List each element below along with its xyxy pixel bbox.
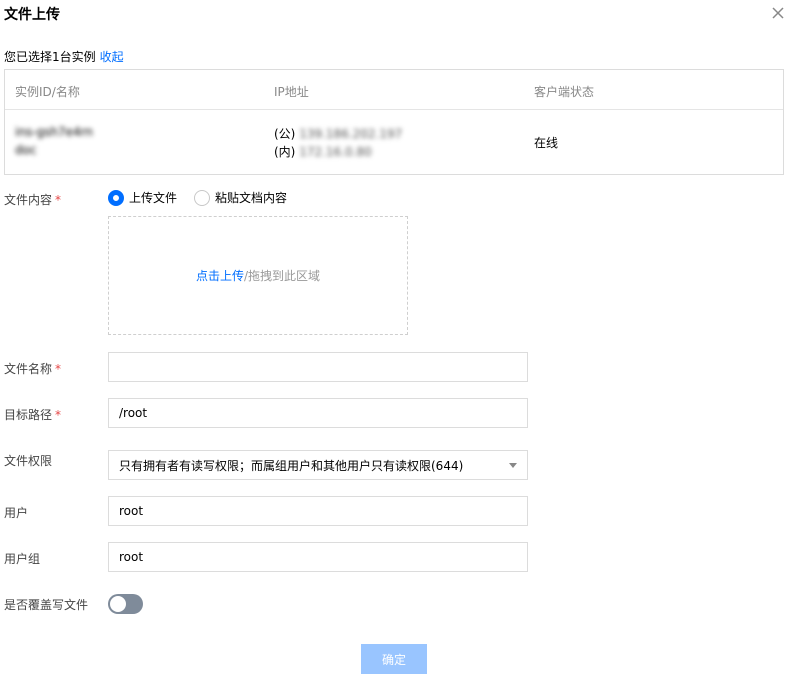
content-label-text: 文件内容 [4, 193, 53, 207]
target-path-label: 目标路径 * [4, 406, 61, 423]
group-input[interactable] [108, 542, 528, 572]
status-badge: 在线 [534, 136, 559, 150]
public-ip-cell: (公) 139.186.202.197 [274, 125, 402, 142]
radio-checked-icon [108, 189, 124, 206]
content-label: 文件内容 * [4, 191, 61, 208]
collapse-link[interactable]: 收起 [100, 50, 124, 64]
overwrite-label: 是否覆盖写文件 [4, 598, 89, 612]
group-label: 用户组 [4, 552, 41, 566]
table-header: 实例ID/名称 IP地址 客户端状态 [5, 70, 783, 110]
filename-input[interactable] [108, 352, 528, 382]
target-path-input[interactable] [108, 398, 528, 428]
instance-table: 实例ID/名称 IP地址 客户端状态 ins-gsh7e4rn doc (公) … [4, 69, 784, 175]
user-label: 用户 [4, 506, 29, 520]
public-ip-prefix: (公) [274, 127, 296, 141]
permission-select[interactable]: 只有拥有者有读写权限；而属组用户和其他用户只有读权限(644) [108, 450, 528, 480]
user-input[interactable] [108, 496, 528, 526]
radio-unchecked-icon [194, 189, 210, 206]
filename-label-text: 文件名称 [4, 362, 53, 376]
column-header-status: 客户端状态 [534, 85, 595, 99]
target-path-label-text: 目标路径 [4, 408, 53, 422]
private-ip-cell: (内) 172.16.0.80 [274, 143, 372, 160]
table-row: ins-gsh7e4rn doc (公) 139.186.202.197 (内)… [5, 110, 783, 174]
selection-text: 您已选择1台实例 [4, 50, 96, 64]
toggle-knob [110, 596, 126, 612]
private-ip: 172.16.0.80 [299, 145, 372, 159]
dialog-title: 文件上传 [4, 7, 60, 23]
upload-hint: /拖拽到此区域 [243, 269, 321, 283]
upload-dropzone[interactable]: 点击上传/拖拽到此区域 [108, 216, 408, 335]
private-ip-prefix: (内) [274, 145, 296, 159]
public-ip: 139.186.202.197 [299, 127, 403, 141]
overwrite-toggle[interactable] [108, 594, 143, 614]
permission-label: 文件权限 [4, 454, 53, 468]
permission-value: 只有拥有者有读写权限；而属组用户和其他用户只有读权限(644) [119, 458, 464, 473]
radio-upload-file[interactable]: 上传文件 [108, 189, 177, 206]
selection-summary: 您已选择1台实例 收起 [4, 48, 124, 65]
column-header-ip: IP地址 [274, 85, 309, 99]
required-mark: * [55, 408, 62, 422]
upload-link[interactable]: 点击上传 [196, 267, 244, 284]
radio-upload-label: 上传文件 [129, 191, 178, 205]
instance-name: doc [15, 143, 37, 157]
close-icon[interactable] [769, 4, 787, 22]
radio-paste-content[interactable]: 粘贴文档内容 [194, 189, 287, 206]
chevron-down-icon [509, 462, 517, 468]
confirm-button[interactable]: 确定 [361, 644, 427, 674]
column-header-instance: 实例ID/名称 [15, 85, 80, 99]
radio-paste-label: 粘贴文档内容 [215, 191, 288, 205]
instance-id: ins-gsh7e4rn [15, 125, 93, 139]
filename-label: 文件名称 * [4, 360, 61, 377]
required-mark: * [55, 193, 62, 207]
required-mark: * [55, 362, 62, 376]
